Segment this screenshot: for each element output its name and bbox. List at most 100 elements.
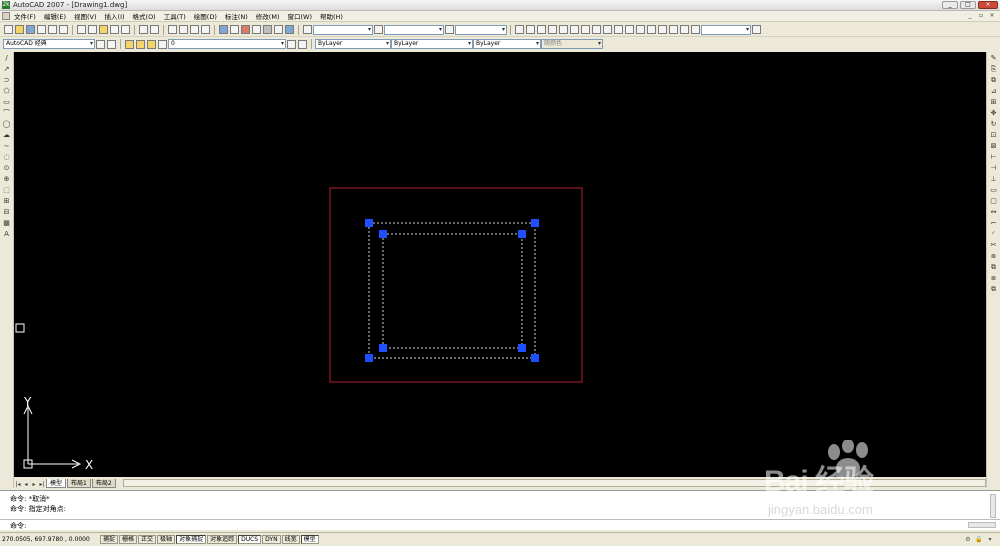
layer-freeze-icon[interactable] (147, 39, 156, 49)
pan-icon[interactable] (168, 25, 177, 34)
trim-tool-icon[interactable]: ⊢ (989, 153, 998, 162)
polygon-tool-icon[interactable]: ⬠ (2, 87, 11, 96)
chamfer-tool-icon[interactable]: ↔ (989, 208, 998, 217)
command-prompt[interactable]: 命令: (10, 521, 26, 531)
color-select[interactable]: ByLayer (315, 39, 391, 49)
array-tool-icon[interactable]: ⊞ (989, 98, 998, 107)
bring-front-tool-icon[interactable]: ⧈ (989, 252, 998, 261)
menu-draw[interactable]: 绘图(D) (194, 11, 217, 21)
paste-icon[interactable] (99, 25, 108, 34)
erase-tool-icon[interactable]: ✎ (989, 54, 998, 63)
cut-icon[interactable] (77, 25, 86, 34)
angular-icon[interactable] (592, 25, 601, 34)
dim-style-icon[interactable] (752, 25, 761, 34)
rotate-tool-icon[interactable]: ↻ (989, 120, 998, 129)
layer-on-icon[interactable] (136, 39, 145, 49)
grip-inner-bottom-left[interactable] (379, 344, 387, 352)
status-lineweight-button[interactable]: 线宽 (281, 535, 300, 544)
line-tool-icon[interactable]: / (2, 54, 11, 63)
mtext-tool-icon[interactable]: A (2, 230, 11, 239)
print-preview-icon[interactable] (48, 25, 57, 34)
explode-tool-icon[interactable]: ◜ (989, 230, 998, 239)
aligned-dimension-icon[interactable] (526, 25, 535, 34)
grip-inner-top-right[interactable] (518, 230, 526, 238)
mirror-tool-icon[interactable]: ⧉ (989, 76, 998, 85)
drawing-canvas[interactable]: Y X (14, 52, 986, 477)
minimize-button[interactable]: _ (942, 1, 958, 9)
publish-icon[interactable] (59, 25, 68, 34)
doc-close-button[interactable]: × (988, 12, 996, 20)
lineweight-select[interactable]: ByLayer (473, 39, 541, 49)
tab-prev-icon[interactable]: ◂ (22, 481, 30, 488)
diameter-icon[interactable] (581, 25, 590, 34)
make-block-tool-icon[interactable]: ⬚ (2, 186, 11, 195)
radius-icon[interactable] (559, 25, 568, 34)
my-workspace-icon[interactable] (107, 39, 116, 49)
selected-inner-rectangle[interactable] (382, 233, 523, 349)
ordinate-icon[interactable] (548, 25, 557, 34)
offset-tool-icon[interactable]: ⊿ (989, 87, 998, 96)
status-dyn-button[interactable]: DYN (262, 535, 281, 544)
undo-icon[interactable] (139, 25, 148, 34)
tool-palettes-icon[interactable] (241, 25, 250, 34)
tab-model[interactable]: 模型 (46, 479, 67, 488)
coordinate-readout[interactable]: 270.0505, 697.9780 , 0.0000 (2, 536, 100, 543)
autocad-app-icon[interactable]: 2k (2, 1, 10, 9)
status-snap-button[interactable]: 捕捉 (100, 535, 119, 544)
bring-above-tool-icon[interactable]: ⧈ (989, 274, 998, 283)
status-menu-icon[interactable]: ▾ (986, 536, 994, 544)
menu-view[interactable]: 视图(V) (74, 11, 97, 21)
layer-select[interactable]: 0 (168, 39, 286, 49)
communication-center-icon[interactable]: ⚙ (964, 536, 972, 544)
hatch-tool-icon[interactable]: ⊟ (2, 208, 11, 217)
status-ortho-button[interactable]: 正交 (138, 535, 157, 544)
copy-tool-icon[interactable]: ⎘ (989, 65, 998, 74)
menu-insert[interactable]: 插入(I) (105, 11, 125, 21)
grip-outer-bottom-right[interactable] (531, 354, 539, 362)
layer-lock-icon[interactable] (158, 39, 167, 49)
arc-length-icon[interactable] (537, 25, 546, 34)
baseline-icon[interactable] (614, 25, 623, 34)
copy-icon[interactable] (88, 25, 97, 34)
scale-tool-icon[interactable]: ⊡ (989, 131, 998, 140)
toolbar-lock-icon[interactable]: 🔒 (975, 536, 983, 544)
layer-previous-icon[interactable] (298, 39, 307, 49)
ellipse-arc-tool-icon[interactable]: ⊙ (2, 164, 11, 173)
workspace-settings-icon[interactable] (96, 39, 105, 49)
match-properties-icon[interactable] (110, 25, 119, 34)
point-tool-icon[interactable]: ⊞ (2, 197, 11, 206)
grip-inner-top-left[interactable] (379, 230, 387, 238)
stretch-tool-icon[interactable]: ⊠ (989, 142, 998, 151)
status-model-button[interactable]: 模型 (300, 535, 319, 544)
layer-manager-icon[interactable] (125, 39, 134, 49)
open-file-icon[interactable] (15, 25, 24, 34)
center-mark-icon[interactable] (658, 25, 667, 34)
status-grid-button[interactable]: 栅格 (119, 535, 138, 544)
menu-file[interactable]: 文件(F) (14, 11, 36, 21)
status-ducs-button[interactable]: DUCS (238, 535, 262, 544)
extend-tool-icon[interactable]: ⊣ (989, 164, 998, 173)
linear-dimension-icon[interactable] (515, 25, 524, 34)
dim-text-edit-icon[interactable] (680, 25, 689, 34)
tab-first-icon[interactable]: |◂ (14, 481, 22, 488)
tab-last-icon[interactable]: ▸| (38, 481, 46, 488)
status-otrack-button[interactable]: 对象追踪 (207, 535, 238, 544)
table-style-icon[interactable] (445, 25, 454, 34)
zoom-realtime-icon[interactable] (179, 25, 188, 34)
polyline-tool-icon[interactable]: ⊃ (2, 76, 11, 85)
revision-cloud-tool-icon[interactable]: ☁ (2, 131, 11, 140)
fillet-tool-icon[interactable]: ⌐ (989, 219, 998, 228)
maximize-button[interactable]: □ (960, 1, 976, 9)
tab-layout1[interactable]: 布局1 (67, 479, 91, 488)
dimension-style-icon[interactable] (374, 25, 383, 34)
properties-icon[interactable] (219, 25, 228, 34)
tab-layout2[interactable]: 布局2 (91, 479, 116, 488)
grip-outer-bottom-left[interactable] (365, 354, 373, 362)
grip-outer-top-left[interactable] (365, 219, 373, 227)
spline-tool-icon[interactable]: ∼ (2, 142, 11, 151)
dim-update-icon[interactable] (691, 25, 700, 34)
text-style-icon[interactable] (303, 25, 312, 34)
redo-icon[interactable] (150, 25, 159, 34)
jogged-icon[interactable] (570, 25, 579, 34)
zoom-window-icon[interactable] (190, 25, 199, 34)
